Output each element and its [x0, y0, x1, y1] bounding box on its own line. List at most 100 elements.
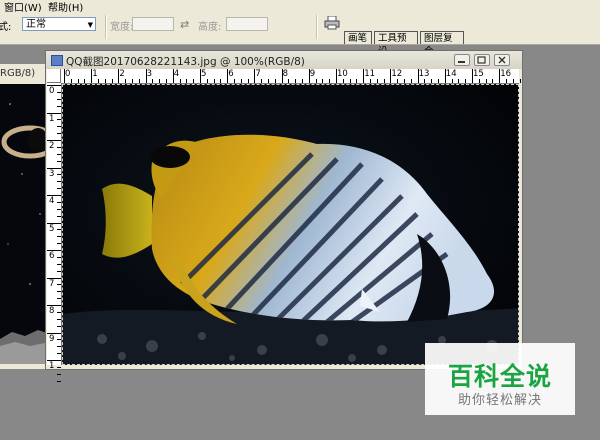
ruler-tick — [472, 69, 473, 83]
ruler-tick — [206, 79, 208, 83]
ruler-tick — [57, 133, 61, 135]
ruler-tick — [166, 79, 167, 83]
document-canvas[interactable] — [62, 84, 519, 365]
ruler-h-label: 13 — [418, 69, 430, 79]
width-field[interactable] — [132, 17, 174, 31]
style-select[interactable]: 正常 ▼ — [22, 17, 96, 31]
ruler-tick — [254, 69, 256, 83]
height-field[interactable] — [226, 17, 268, 31]
ruler-tick — [57, 126, 61, 128]
ruler-tick — [47, 167, 61, 169]
ruler-v-label: 1 — [49, 113, 55, 124]
ruler-tick — [424, 79, 426, 83]
ruler-h-label: 1 — [92, 69, 98, 79]
close-button[interactable] — [494, 54, 510, 66]
ruler-tick — [376, 79, 378, 83]
ruler-h-label: 2 — [119, 69, 125, 79]
swap-icon[interactable]: ⇄ — [180, 18, 189, 31]
ruler-h-label: 0 — [65, 69, 71, 79]
ruler-tick — [70, 79, 72, 83]
watermark: 百科全说 助你轻松解决 — [425, 343, 575, 415]
ruler-tick — [57, 91, 61, 93]
ruler-tick — [47, 277, 61, 279]
ruler-h-label: 6 — [228, 69, 234, 79]
maximize-button[interactable] — [474, 54, 490, 66]
ruler-tick — [302, 79, 303, 83]
ruler-v-label: 2 — [49, 141, 55, 151]
ruler-tick — [315, 79, 317, 83]
ruler-tick — [370, 79, 371, 83]
close-icon — [498, 56, 506, 64]
ruler-tick — [138, 79, 140, 83]
document-window[interactable]: QQ截图20170628221143.jpg @ 100%(RGB/8) 012… — [45, 50, 523, 382]
ruler-tick — [342, 79, 344, 83]
ruler-tick — [193, 79, 195, 83]
tab-layer-comps[interactable]: 图层复合 — [420, 31, 464, 57]
vertical-ruler[interactable]: 0 1 2 3 4 5 6 7 8 9 1 — [47, 83, 62, 382]
background-document-image — [0, 84, 50, 364]
ruler-tick — [458, 79, 460, 83]
document-icon — [51, 55, 63, 66]
options-bar: 式: 正常 ▼ 宽度: ⇄ 高度: 画笔 工具预设 图层复合 — [0, 12, 600, 57]
ruler-tick — [104, 79, 106, 83]
ruler-tick — [512, 79, 514, 83]
printer-icon[interactable] — [324, 16, 340, 30]
ruler-tick — [47, 140, 61, 141]
style-select-value: 正常 — [26, 19, 46, 30]
ruler-tick — [322, 79, 324, 83]
ruler-tick — [172, 69, 174, 83]
ruler-tick — [410, 79, 412, 83]
divider — [316, 15, 318, 39]
ruler-tick — [492, 79, 494, 83]
ruler-v-label: 9 — [49, 333, 55, 344]
height-label: 高度: — [198, 22, 222, 33]
ruler-v-label: 7 — [49, 278, 55, 289]
ruler-tick — [132, 79, 133, 83]
ruler-tick — [47, 332, 61, 334]
ruler-tick — [308, 69, 310, 83]
ruler-h-label: 9 — [309, 69, 316, 79]
document-titlebar[interactable]: QQ截图20170628221143.jpg @ 100%(RGB/8) — [46, 51, 522, 69]
divider — [105, 15, 107, 39]
ruler-tick — [57, 346, 61, 348]
ruler-tick — [47, 222, 61, 224]
ruler-tick — [47, 195, 61, 196]
ruler-tick — [227, 69, 229, 83]
ruler-tick — [57, 318, 61, 320]
ruler-tick — [390, 69, 392, 83]
horizontal-ruler[interactable]: 0 1 2 3 4 5 6 7 8 9 10 11 12 13 14 15 16 — [61, 69, 521, 84]
width-label: 宽度: — [110, 22, 134, 33]
background-document-title: RGB/8) — [0, 68, 36, 79]
ruler-tick — [57, 270, 61, 272]
ruler-tick — [57, 201, 61, 203]
ruler-tick — [444, 69, 446, 83]
ruler-tick — [451, 79, 453, 83]
tab-tool-presets[interactable]: 工具预设 — [374, 31, 418, 57]
ruler-tick — [200, 69, 201, 83]
ruler-tick — [295, 79, 297, 83]
ruler-tick — [234, 79, 235, 83]
style-label: 式: — [0, 22, 12, 33]
tab-brushes[interactable]: 画笔 — [344, 31, 372, 44]
ruler-tick — [152, 79, 154, 83]
ruler-tick — [336, 69, 337, 83]
ruler-h-label: 12 — [391, 69, 403, 79]
document-title: QQ截图20170628221143.jpg @ 100%(RGB/8) — [66, 56, 305, 68]
ruler-tick — [397, 79, 399, 83]
ruler-tick — [465, 79, 467, 83]
ruler-v-label: 1 — [49, 361, 55, 371]
ruler-tick — [57, 188, 61, 190]
ruler-tick — [57, 353, 61, 355]
ruler-tick — [57, 380, 61, 382]
ruler-tick — [159, 79, 161, 83]
ruler-tick — [240, 79, 242, 83]
background-document-window[interactable]: RGB/8) — [0, 64, 51, 369]
ruler-h-label: 8 — [282, 69, 289, 79]
ruler-tick — [98, 79, 99, 83]
ruler-origin[interactable] — [47, 69, 61, 83]
ruler-h-label: 3 — [146, 69, 153, 79]
minimize-button[interactable] — [454, 54, 470, 66]
ruler-h-label: 4 — [173, 69, 180, 79]
ruler-tick — [57, 284, 61, 286]
ruler-tick — [145, 69, 147, 83]
